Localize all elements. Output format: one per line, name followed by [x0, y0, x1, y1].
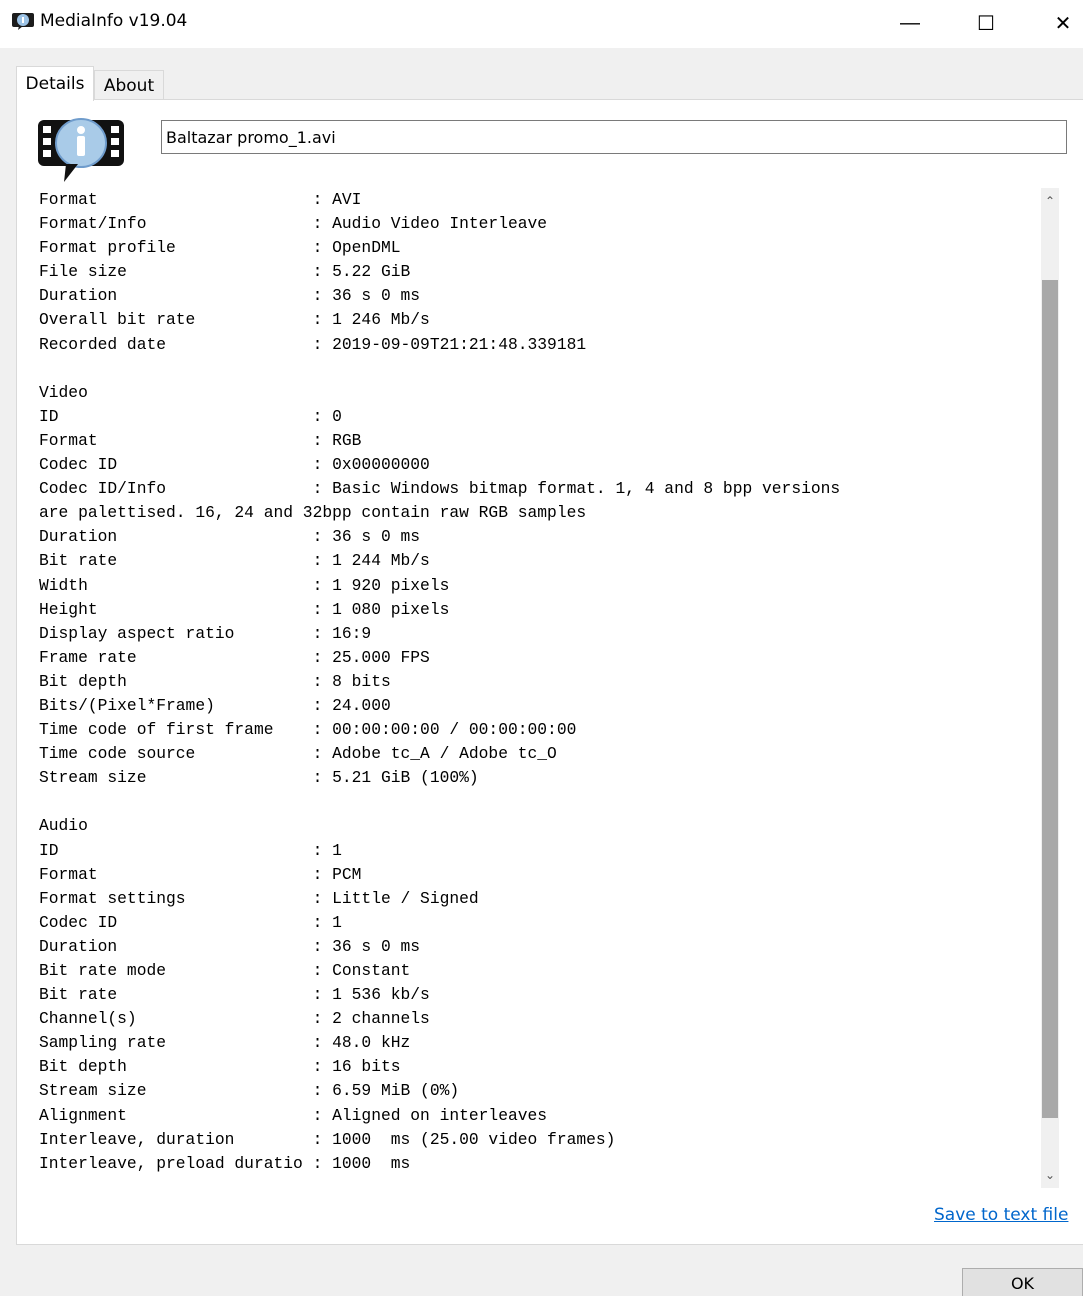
- info-line: Stream size : 6.59 MiB (0%): [39, 1081, 460, 1101]
- vertical-scrollbar[interactable]: ⌃ ⌄: [1041, 188, 1059, 1188]
- info-line: Codec ID : 1: [39, 912, 342, 932]
- info-line: Audio: [39, 816, 88, 836]
- scroll-down-icon[interactable]: ⌄: [1041, 1162, 1059, 1188]
- tab-details[interactable]: Details: [16, 66, 94, 101]
- info-line: File size : 5.22 GiB: [39, 262, 411, 282]
- info-line: Display aspect ratio : 16:9: [39, 623, 372, 643]
- info-line: Interleave, preload duratio : 1000 ms: [39, 1153, 411, 1173]
- info-text-area[interactable]: Format : AVI Format/Info : Audio Video In…: [39, 188, 1039, 1178]
- info-line: Duration : 36 s 0 ms: [39, 286, 421, 306]
- info-line: Height : 1 080 pixels: [39, 599, 450, 619]
- info-line: ID : 0: [39, 406, 342, 426]
- media-info-report: Format : AVI Format/Info : Audio Video In…: [39, 188, 1039, 1176]
- info-line: Codec ID : 0x00000000: [39, 455, 430, 475]
- mediainfo-logo-icon: [38, 118, 124, 182]
- info-line: Frame rate : 25.000 FPS: [39, 647, 430, 667]
- info-line: Time code of first frame : 00:00:00:00 /…: [39, 720, 577, 740]
- info-line: Bit rate : 1 244 Mb/s: [39, 551, 430, 571]
- info-line: ID : 1: [39, 840, 342, 860]
- info-line: Format : PCM: [39, 864, 362, 884]
- info-line: [39, 790, 1039, 814]
- info-line: Recorded date : 2019-09-09T21:21:48.3391…: [39, 334, 587, 354]
- info-line: Format : RGB: [39, 430, 362, 450]
- info-line: Bit rate : 1 536 kb/s: [39, 985, 430, 1005]
- info-line: Overall bit rate : 1 246 Mb/s: [39, 310, 430, 330]
- info-line: Codec ID/Info : Basic Windows bitmap for…: [39, 479, 841, 499]
- ok-button[interactable]: OK: [962, 1268, 1083, 1296]
- info-line: Interleave, duration : 1000 ms (25.00 vi…: [39, 1129, 616, 1149]
- info-line: Format/Info : Audio Video Interleave: [39, 214, 548, 234]
- info-line: Alignment : Aligned on interleaves: [39, 1105, 548, 1125]
- info-line: Time code source : Adobe tc_A / Adobe tc…: [39, 744, 557, 764]
- info-line: Format : AVI: [39, 190, 362, 209]
- info-line: Video: [39, 382, 88, 402]
- info-line: Duration : 36 s 0 ms: [39, 936, 421, 956]
- info-line: Sampling rate : 48.0 kHz: [39, 1033, 411, 1053]
- info-line: Bit depth : 8 bits: [39, 671, 391, 691]
- minimize-button[interactable]: —: [887, 0, 933, 46]
- info-line: [39, 357, 1039, 381]
- info-line: Bit depth : 16 bits: [39, 1057, 401, 1077]
- info-line: Duration : 36 s 0 ms: [39, 527, 421, 547]
- tab-about[interactable]: About: [94, 70, 164, 100]
- window-title: MediaInfo v19.04: [40, 11, 188, 31]
- info-line: Stream size : 5.21 GiB (100%): [39, 768, 479, 788]
- close-button[interactable]: ✕: [1040, 0, 1083, 46]
- save-to-text-file-link[interactable]: Save to text file: [934, 1205, 1068, 1225]
- scroll-up-icon[interactable]: ⌃: [1041, 188, 1059, 214]
- maximize-button[interactable]: ☐: [963, 0, 1009, 46]
- info-line: Bit rate mode : Constant: [39, 961, 411, 980]
- info-line: are palettised. 16, 24 and 32bpp contain…: [39, 503, 587, 523]
- mediainfo-app-icon: [12, 13, 34, 30]
- info-line: Channel(s) : 2 channels: [39, 1009, 430, 1029]
- filename-field[interactable]: Baltazar promo_1.avi: [161, 120, 1067, 154]
- scroll-thumb[interactable]: [1042, 280, 1058, 1118]
- details-panel: Baltazar promo_1.avi Format : AVI Format/…: [16, 99, 1083, 1245]
- info-line: Bits/(Pixel*Frame) : 24.000: [39, 695, 391, 715]
- title-bar: MediaInfo v19.04 — ☐ ✕: [0, 0, 1083, 48]
- info-line: Format profile : OpenDML: [39, 238, 401, 258]
- info-line: Width : 1 920 pixels: [39, 575, 450, 595]
- info-line: Format settings : Little / Signed: [39, 888, 479, 908]
